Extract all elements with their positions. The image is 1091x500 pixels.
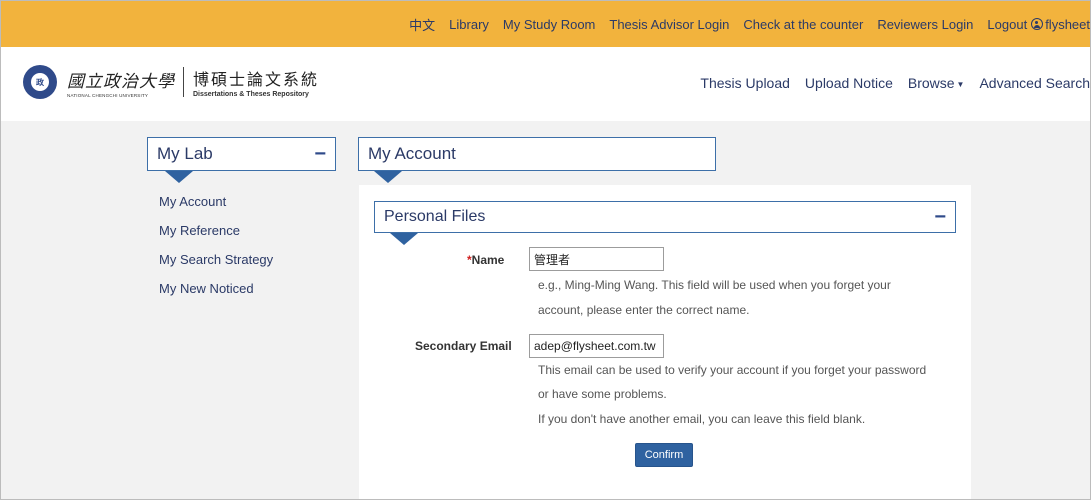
email-help-line-3: If you don't have another email, you can… bbox=[538, 412, 866, 426]
name-field[interactable] bbox=[529, 247, 664, 271]
user-icon bbox=[1031, 18, 1044, 30]
language-link[interactable]: 中文 bbox=[409, 15, 435, 34]
secondary-email-label: Secondary Email bbox=[415, 339, 512, 353]
university-name: 國立政治大學 NATIONAL CHENGCHI UNIVERSITY bbox=[67, 67, 175, 98]
browse-dropdown[interactable]: Browse ▼ bbox=[908, 75, 965, 91]
top-bar: 中文 Library My Study Room Thesis Advisor … bbox=[1, 1, 1090, 47]
university-name-en: NATIONAL CHENGCHI UNIVERSITY bbox=[67, 92, 149, 98]
site-header: 政 國立政治大學 NATIONAL CHENGCHI UNIVERSITY 博碩… bbox=[1, 47, 1090, 121]
sidebar-item-my-account[interactable]: My Account bbox=[159, 194, 226, 209]
logout-label: Logout bbox=[987, 16, 1028, 32]
name-label-text: Name bbox=[471, 253, 505, 267]
repository-name-en: Dissertations & Theses Repository bbox=[193, 91, 309, 98]
upload-notice-link[interactable]: Upload Notice bbox=[805, 75, 893, 91]
confirm-button[interactable]: Confirm bbox=[635, 443, 693, 467]
caret-down-icon: ▼ bbox=[956, 79, 965, 89]
sidebar-item-my-search-strategy[interactable]: My Search Strategy bbox=[159, 252, 273, 267]
sidebar-title: My Lab bbox=[157, 144, 213, 163]
logo-divider bbox=[183, 67, 184, 97]
collapse-sidebar-icon[interactable]: − bbox=[314, 144, 326, 164]
browse-label: Browse bbox=[907, 75, 955, 91]
email-help-line-2: or have some problems. bbox=[538, 387, 667, 401]
page-title: My Account bbox=[368, 144, 456, 163]
main-nav: Thesis Upload Upload Notice Browse ▼ Adva… bbox=[685, 75, 1090, 91]
secondary-email-field[interactable] bbox=[529, 334, 664, 358]
section-pointer-icon bbox=[390, 233, 418, 245]
sidebar-item-my-reference[interactable]: My Reference bbox=[159, 223, 240, 238]
sidebar-pointer-icon bbox=[165, 171, 193, 183]
library-link[interactable]: Library bbox=[449, 17, 489, 32]
advanced-search-link[interactable]: Advanced Search bbox=[979, 75, 1090, 91]
thesis-advisor-login-link[interactable]: Thesis Advisor Login bbox=[609, 17, 729, 32]
reviewers-login-link[interactable]: Reviewers Login bbox=[877, 17, 973, 32]
my-study-room-link[interactable]: My Study Room bbox=[503, 17, 595, 32]
repository-name: 博碩士論文系統 Dissertations & Theses Repositor… bbox=[193, 66, 319, 98]
sidebar-panel-header: My Lab − bbox=[147, 137, 336, 171]
username: flysheet bbox=[1045, 16, 1090, 32]
page-frame: 中文 Library My Study Room Thesis Advisor … bbox=[0, 0, 1091, 500]
section-header: Personal Files − bbox=[374, 201, 956, 233]
university-name-cn: 國立政治大學 bbox=[67, 71, 175, 92]
name-label: *Name bbox=[467, 253, 504, 267]
collapse-section-icon[interactable]: − bbox=[934, 207, 946, 227]
check-at-counter-link[interactable]: Check at the counter bbox=[743, 17, 863, 32]
title-pointer-icon bbox=[374, 171, 402, 183]
site-logo[interactable]: 政 國立政治大學 NATIONAL CHENGCHI UNIVERSITY 博碩… bbox=[23, 65, 319, 99]
thesis-upload-link[interactable]: Thesis Upload bbox=[700, 75, 790, 91]
university-seal-icon: 政 bbox=[23, 65, 57, 99]
sidebar-item-my-new-noticed[interactable]: My New Noticed bbox=[159, 281, 254, 296]
section-title: Personal Files bbox=[384, 208, 486, 225]
repository-name-cn: 博碩士論文系統 bbox=[193, 70, 320, 89]
logout-link[interactable]: Logout flysheet bbox=[987, 17, 1090, 32]
name-help-line-1: e.g., Ming-Ming Wang. This field will be… bbox=[538, 278, 891, 292]
page-title-box: My Account bbox=[358, 137, 716, 171]
email-help-line-1: This email can be used to verify your ac… bbox=[538, 363, 927, 377]
name-help-line-2: account, please enter the correct name. bbox=[538, 303, 750, 317]
